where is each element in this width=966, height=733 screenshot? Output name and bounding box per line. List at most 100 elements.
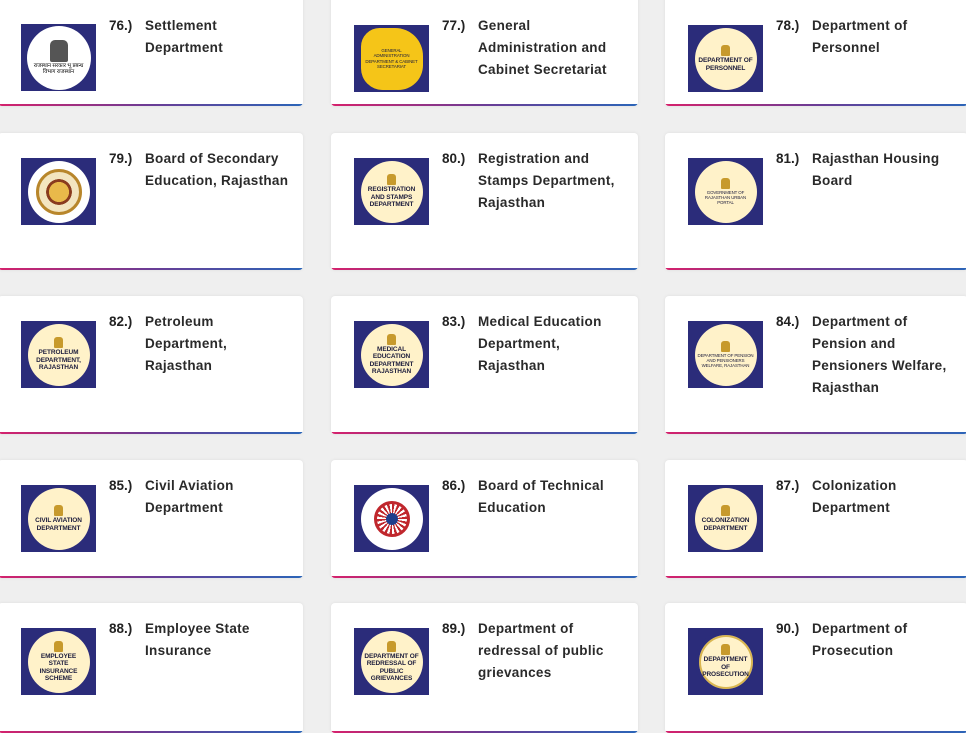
logo-text: DEPARTMENT OF PROSECUTION [702,656,749,679]
logo-text: MEDICAL EDUCATION DEPARTMENT RAJASTHAN [369,345,414,376]
department-logo: EMPLOYEE STATE INSURANCE SCHEME [21,628,96,695]
department-card[interactable]: GOVERNMENT OF RAJASTHAN URBAN PORTAL 81.)… [665,133,966,270]
department-name[interactable]: Colonization Department [812,475,960,519]
department-name[interactable]: Petroleum Department, Rajasthan [145,311,295,377]
ashoka-emblem-icon [49,40,68,62]
department-logo: DEPARTMENT OF PENSION AND PENSIONERS WEL… [688,321,763,388]
ashoka-emblem-icon [54,640,63,652]
logo-seal: राजस्थान सरकार भू प्रबन्ध विभाग राजस्थान [26,25,91,90]
card-accent-bar [0,576,303,578]
department-logo: REGISTRATION AND STAMPS DEPARTMENT [354,158,429,225]
ashoka-emblem-icon [721,340,730,352]
logo-seal: DEPARTMENT OF PERSONNEL [694,27,757,90]
department-name[interactable]: Board of Technical Education [478,475,630,519]
ashoka-emblem-icon [54,337,63,349]
logo-text: DEPARTMENT OF PERSONNEL [698,57,753,72]
department-name[interactable]: Department of Personnel [812,15,960,59]
department-grid: राजस्थान सरकार भू प्रबन्ध विभाग राजस्थान… [0,0,966,733]
logo-seal: REGISTRATION AND STAMPS DEPARTMENT [360,160,423,223]
logo-seal: DEPARTMENT OF PROSECUTION [694,630,757,693]
department-name[interactable]: Registration and Stamps Department, Raja… [478,148,630,214]
department-name[interactable]: Department of redressal of public grieva… [478,618,630,684]
ashoka-emblem-icon [721,644,730,656]
ashoka-emblem-icon [387,174,396,186]
department-number: 80.) [442,151,466,166]
department-card[interactable]: GENERAL ADMINISTRATION DEPARTMENT & CABI… [331,0,638,106]
logo-seal: GENERAL ADMINISTRATION DEPARTMENT & CABI… [360,27,423,90]
ashoka-emblem-icon [387,333,396,345]
department-logo: DEPARTMENT OF REDRESSAL OF PUBLIC GRIEVA… [354,628,429,695]
department-name[interactable]: Rajasthan Housing Board [812,148,960,192]
ashoka-emblem-icon [721,45,730,56]
department-name[interactable]: Medical Education Department, Rajasthan [478,311,630,377]
ashoka-emblem-icon [387,640,396,652]
logo-seal: CIVIL AVIATION DEPARTMENT [27,487,90,550]
department-card[interactable]: PETROLEUM DEPARTMENT, RAJASTHAN 82.) Petro… [0,296,303,434]
chakra-wheel-icon [373,500,410,537]
department-number: 76.) [109,18,133,33]
department-name[interactable]: Board of Secondary Education, Rajasthan [145,148,295,192]
card-accent-bar [331,268,638,270]
card-accent-bar [0,432,303,434]
department-logo: MEDICAL EDUCATION DEPARTMENT RAJASTHAN [354,321,429,388]
logo-text: GOVERNMENT OF RAJASTHAN URBAN PORTAL [704,189,747,206]
card-accent-bar [0,104,303,106]
department-number: 81.) [776,151,800,166]
logo-text: DEPARTMENT OF PENSION AND PENSIONERS WEL… [697,352,754,369]
department-number: 77.) [442,18,466,33]
department-number: 90.) [776,621,800,636]
department-card[interactable]: COLONIZATION DEPARTMENT 87.) Colonization … [665,460,966,578]
logo-seal [27,160,90,223]
department-number: 83.) [442,314,466,329]
department-name[interactable]: Department of Pension and Pensioners Wel… [812,311,960,399]
ashoka-emblem-icon [721,505,730,516]
department-number: 82.) [109,314,133,329]
department-name[interactable]: Civil Aviation Department [145,475,295,519]
department-card[interactable]: DEPARTMENT OF PROSECUTION 90.) Department … [665,603,966,733]
department-card[interactable]: EMPLOYEE STATE INSURANCE SCHEME 88.) Emplo… [0,603,303,733]
logo-text: REGISTRATION AND STAMPS DEPARTMENT [367,186,416,209]
logo-seal: TECHNICAL EDUCATION, RAJASTHAN JODHPUR [360,487,423,550]
department-card[interactable]: DEPARTMENT OF REDRESSAL OF PUBLIC GRIEVA… [331,603,638,733]
department-card[interactable]: राजस्थान सरकार भू प्रबन्ध विभाग राजस्थान… [0,0,303,106]
department-number: 87.) [776,478,800,493]
logo-text: DEPARTMENT OF REDRESSAL OF PUBLIC GRIEVA… [364,652,419,683]
card-accent-bar [665,104,966,106]
department-logo [21,158,96,225]
logo-seal: MEDICAL EDUCATION DEPARTMENT RAJASTHAN [360,323,423,386]
board-seal-icon [35,168,82,215]
department-card[interactable]: TECHNICAL EDUCATION, RAJASTHAN JODHPUR 86… [331,460,638,578]
logo-seal: COLONIZATION DEPARTMENT [694,487,757,550]
logo-text: राजस्थान सरकार भू प्रबन्ध विभाग राजस्थान [33,63,84,75]
department-card[interactable]: REGISTRATION AND STAMPS DEPARTMENT 80.) Re… [331,133,638,270]
logo-text: GENERAL ADMINISTRATION DEPARTMENT & CABI… [365,48,418,69]
department-name[interactable]: Employee State Insurance [145,618,295,662]
card-accent-bar [665,268,966,270]
card-accent-bar [665,576,966,578]
ashoka-emblem-icon [721,177,730,189]
department-name[interactable]: Settlement Department [145,15,295,59]
department-card[interactable]: CIVIL AVIATION DEPARTMENT 85.) Civil Aviat… [0,460,303,578]
department-card[interactable]: MEDICAL EDUCATION DEPARTMENT RAJASTHAN 83… [331,296,638,434]
logo-seal: GOVERNMENT OF RAJASTHAN URBAN PORTAL [694,160,757,223]
logo-seal: PETROLEUM DEPARTMENT, RAJASTHAN [27,323,90,386]
department-card[interactable]: 79.) Board of Secondary Education, Rajast… [0,133,303,270]
card-accent-bar [665,432,966,434]
department-logo: DEPARTMENT OF PROSECUTION [688,628,763,695]
department-name[interactable]: Department of Prosecution [812,618,960,662]
logo-seal: DEPARTMENT OF PENSION AND PENSIONERS WEL… [694,323,757,386]
department-number: 89.) [442,621,466,636]
department-number: 79.) [109,151,133,166]
department-card[interactable]: DEPARTMENT OF PERSONNEL 78.) Department of… [665,0,966,106]
department-name[interactable]: General Administration and Cabinet Secre… [478,15,630,81]
department-logo: GOVERNMENT OF RAJASTHAN URBAN PORTAL [688,158,763,225]
department-number: 85.) [109,478,133,493]
logo-seal: EMPLOYEE STATE INSURANCE SCHEME [27,630,90,693]
department-logo: GENERAL ADMINISTRATION DEPARTMENT & CABI… [354,25,429,92]
logo-text: EMPLOYEE STATE INSURANCE SCHEME [39,652,78,683]
card-accent-bar [331,104,638,106]
department-card[interactable]: DEPARTMENT OF PENSION AND PENSIONERS WEL… [665,296,966,434]
department-logo: राजस्थान सरकार भू प्रबन्ध विभाग राजस्थान [21,24,96,91]
ashoka-emblem-icon [54,505,63,516]
department-logo: DEPARTMENT OF PERSONNEL [688,25,763,92]
